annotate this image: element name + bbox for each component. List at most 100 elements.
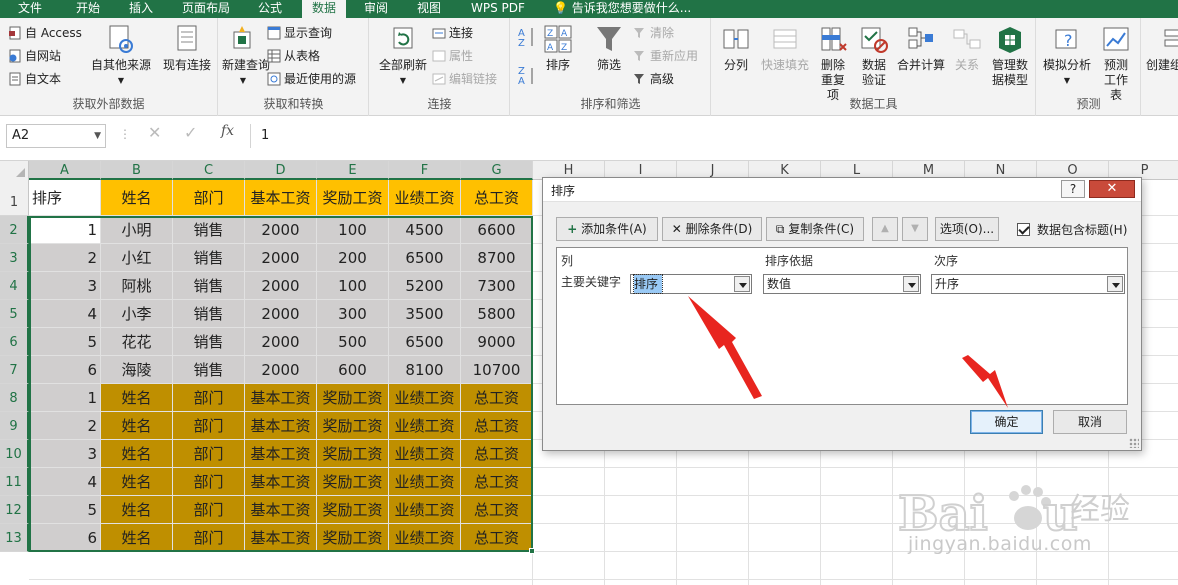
chevron-down-icon[interactable]	[1107, 276, 1123, 292]
manage-data-model-button[interactable]: 管理数据模型	[988, 24, 1032, 88]
name-box[interactable]: A2 ▼	[6, 124, 106, 148]
row-header[interactable]: 10	[0, 440, 29, 468]
table-cell[interactable]: 业绩工资	[389, 524, 461, 552]
from-table-button[interactable]: 从表格	[267, 46, 320, 66]
table-cell[interactable]: 业绩工资	[389, 468, 461, 496]
fill-handle[interactable]	[529, 548, 535, 554]
table-cell[interactable]: 销售	[173, 216, 245, 244]
table-cell[interactable]: 姓名	[101, 412, 173, 440]
sort-on-select[interactable]: 数值	[763, 274, 921, 294]
chevron-down-icon[interactable]	[903, 276, 919, 292]
header-cell[interactable]: 姓名	[101, 180, 173, 216]
row-header[interactable]: 5	[0, 300, 29, 328]
insert-function-icon[interactable]: fx	[221, 123, 234, 139]
table-cell[interactable]: 200	[317, 244, 389, 272]
table-cell[interactable]: 业绩工资	[389, 412, 461, 440]
move-up-button[interactable]: ▲	[872, 217, 898, 241]
table-cell[interactable]: 2000	[245, 244, 317, 272]
new-query-button[interactable]: 新建查询 ▼	[222, 24, 270, 88]
row-header[interactable]: 3	[0, 244, 29, 272]
table-cell[interactable]: 2	[29, 412, 101, 440]
table-cell[interactable]: 100	[317, 216, 389, 244]
sort-button[interactable]: ZAAZ 排序	[541, 24, 575, 73]
column-header[interactable]: A	[29, 161, 101, 180]
row-header[interactable]: 7	[0, 356, 29, 384]
table-cell[interactable]: 销售	[173, 356, 245, 384]
column-header[interactable]: C	[173, 161, 245, 180]
table-cell[interactable]: 100	[317, 272, 389, 300]
table-cell[interactable]: 4	[29, 468, 101, 496]
tab-page-layout[interactable]: 页面布局	[182, 0, 230, 18]
table-cell[interactable]: 9000	[461, 328, 533, 356]
table-cell[interactable]: 小李	[101, 300, 173, 328]
checkbox-checked-icon[interactable]	[1017, 223, 1030, 236]
tab-insert[interactable]: 插入	[129, 0, 153, 18]
row-header[interactable]: 2	[0, 216, 29, 244]
table-cell[interactable]: 1	[29, 216, 101, 244]
table-cell[interactable]: 销售	[173, 328, 245, 356]
table-cell[interactable]: 2000	[245, 300, 317, 328]
table-cell[interactable]: 总工资	[461, 524, 533, 552]
table-cell[interactable]: 基本工资	[245, 384, 317, 412]
table-cell[interactable]: 小明	[101, 216, 173, 244]
table-cell[interactable]: 5800	[461, 300, 533, 328]
table-cell[interactable]: 300	[317, 300, 389, 328]
table-cell[interactable]: 3	[29, 272, 101, 300]
from-text-button[interactable]: 自文本	[8, 69, 61, 89]
from-web-button[interactable]: 自网站	[8, 46, 61, 66]
existing-connections-button[interactable]: 现有连接	[158, 24, 216, 73]
column-header[interactable]: G	[461, 161, 533, 180]
move-down-button[interactable]: ▼	[902, 217, 928, 241]
column-header[interactable]: F	[389, 161, 461, 180]
header-cell[interactable]: 奖励工资	[317, 180, 389, 216]
table-cell[interactable]: 6600	[461, 216, 533, 244]
add-level-button[interactable]: + 添加条件(A)	[556, 217, 658, 241]
order-select[interactable]: 升序	[931, 274, 1125, 294]
table-cell[interactable]: 奖励工资	[317, 440, 389, 468]
table-cell[interactable]: 总工资	[461, 496, 533, 524]
table-cell[interactable]: 2	[29, 244, 101, 272]
properties-button[interactable]: 属性	[432, 46, 473, 66]
table-cell[interactable]: 6500	[389, 244, 461, 272]
cancel-entry-icon[interactable]: ✕	[148, 123, 161, 142]
table-cell[interactable]: 600	[317, 356, 389, 384]
tell-me-search[interactable]: 💡 告诉我您想要做什么...	[553, 0, 691, 18]
table-cell[interactable]: 部门	[173, 384, 245, 412]
copy-level-button[interactable]: ⧉ 复制条件(C)	[766, 217, 864, 241]
table-cell[interactable]: 奖励工资	[317, 412, 389, 440]
table-cell[interactable]: 总工资	[461, 440, 533, 468]
header-cell[interactable]: 业绩工资	[389, 180, 461, 216]
table-cell[interactable]: 姓名	[101, 468, 173, 496]
table-cell[interactable]: 部门	[173, 496, 245, 524]
table-cell[interactable]: 6500	[389, 328, 461, 356]
table-cell[interactable]: 销售	[173, 272, 245, 300]
table-cell[interactable]: 5	[29, 496, 101, 524]
recent-sources-button[interactable]: 最近使用的源	[267, 69, 356, 89]
table-cell[interactable]: 姓名	[101, 524, 173, 552]
delete-level-button[interactable]: ✕ 删除条件(D)	[662, 217, 762, 241]
sort-column-select[interactable]: 排序	[630, 274, 752, 294]
show-query-button[interactable]: 显示查询	[267, 23, 332, 43]
table-cell[interactable]: 业绩工资	[389, 496, 461, 524]
relationships-button[interactable]: 关系	[950, 24, 984, 73]
column-header[interactable]: E	[317, 161, 389, 180]
data-validation-button[interactable]: 数据验证	[854, 24, 894, 88]
table-cell[interactable]: 基本工资	[245, 524, 317, 552]
table-cell[interactable]: 奖励工资	[317, 468, 389, 496]
table-cell[interactable]: 5200	[389, 272, 461, 300]
create-group-button[interactable]: 创建组	[1146, 24, 1178, 73]
table-cell[interactable]: 小红	[101, 244, 173, 272]
remove-duplicates-button[interactable]: 删除重复项	[812, 24, 854, 103]
table-cell[interactable]: 3500	[389, 300, 461, 328]
table-cell[interactable]: 总工资	[461, 384, 533, 412]
row-header[interactable]: 8	[0, 384, 29, 412]
tab-file[interactable]: 文件	[18, 0, 42, 18]
table-cell[interactable]: 姓名	[101, 384, 173, 412]
help-icon[interactable]: ?	[1061, 180, 1085, 198]
select-all-corner[interactable]	[0, 161, 29, 180]
table-cell[interactable]: 10700	[461, 356, 533, 384]
has-headers-checkbox[interactable]: 数据包含标题(H)	[1017, 221, 1127, 238]
consolidate-button[interactable]: 合并计算	[894, 24, 948, 73]
tab-review[interactable]: 审阅	[364, 0, 388, 18]
table-cell[interactable]: 基本工资	[245, 468, 317, 496]
